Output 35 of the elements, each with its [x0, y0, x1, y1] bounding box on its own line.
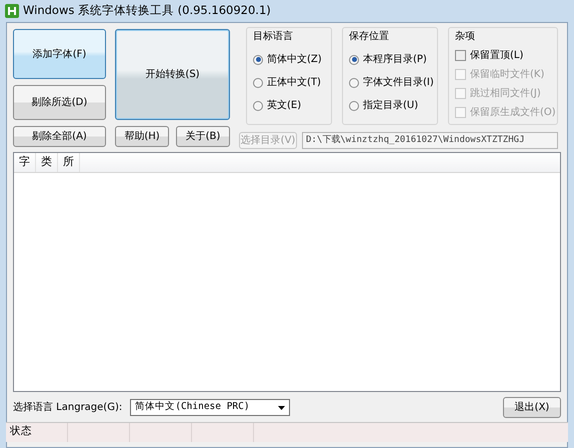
radio-option[interactable]: 正体中文(T)	[253, 75, 325, 90]
language-dropdown[interactable]: 简体中文(Chinese PRC)	[130, 399, 290, 416]
radio-icon[interactable]	[253, 78, 263, 88]
help-button[interactable]: 帮助(H)	[115, 126, 169, 147]
app-icon	[5, 4, 19, 18]
file-list[interactable]: 字 类 所	[13, 152, 561, 392]
group-title: 目标语言	[253, 30, 294, 44]
add-font-button[interactable]: 添加字体(F)	[13, 29, 106, 79]
column-header[interactable]: 类	[36, 152, 58, 172]
radio-icon[interactable]	[349, 100, 359, 110]
radio-option[interactable]: 本程序目录(P)	[349, 52, 431, 67]
window-title: Windows 系统字体转换工具 (0.95.160920.1)	[23, 2, 271, 20]
directory-field[interactable]: D:\下载\winztzhq_20161027\WindowsXTZTZHGJ	[302, 132, 558, 149]
remove-selected-button[interactable]: 剔除所选(D)	[13, 85, 106, 120]
exit-button[interactable]: 退出(X)	[503, 397, 561, 418]
radio-option[interactable]: 指定目录(U)	[349, 98, 431, 113]
radio-icon[interactable]	[253, 100, 263, 110]
column-header[interactable]: 所	[58, 152, 80, 172]
column-header[interactable]: 字	[14, 152, 36, 172]
remove-all-button[interactable]: 剔除全部(A)	[13, 126, 106, 147]
radio-icon[interactable]	[253, 54, 263, 64]
language-label: 选择语言 Langrage(G):	[13, 400, 122, 415]
start-convert-button[interactable]: 开始转换(S)	[115, 29, 230, 120]
checkbox-icon[interactable]	[455, 50, 466, 61]
radio-icon[interactable]	[349, 54, 359, 64]
radio-option[interactable]: 简体中文(Z)	[253, 52, 325, 67]
radio-icon[interactable]	[349, 78, 359, 88]
radio-option[interactable]: 英文(E)	[253, 98, 325, 113]
status-text: 状态	[6, 422, 68, 442]
group-title: 保存位置	[349, 30, 390, 44]
checkbox-option[interactable]: 保留置顶(L)	[455, 48, 551, 63]
radio-option[interactable]: 字体文件目录(I)	[349, 75, 431, 90]
about-button[interactable]: 关于(B)	[176, 126, 230, 147]
group-title: 杂项	[455, 30, 476, 44]
dropdown-caret-icon	[278, 406, 286, 410]
